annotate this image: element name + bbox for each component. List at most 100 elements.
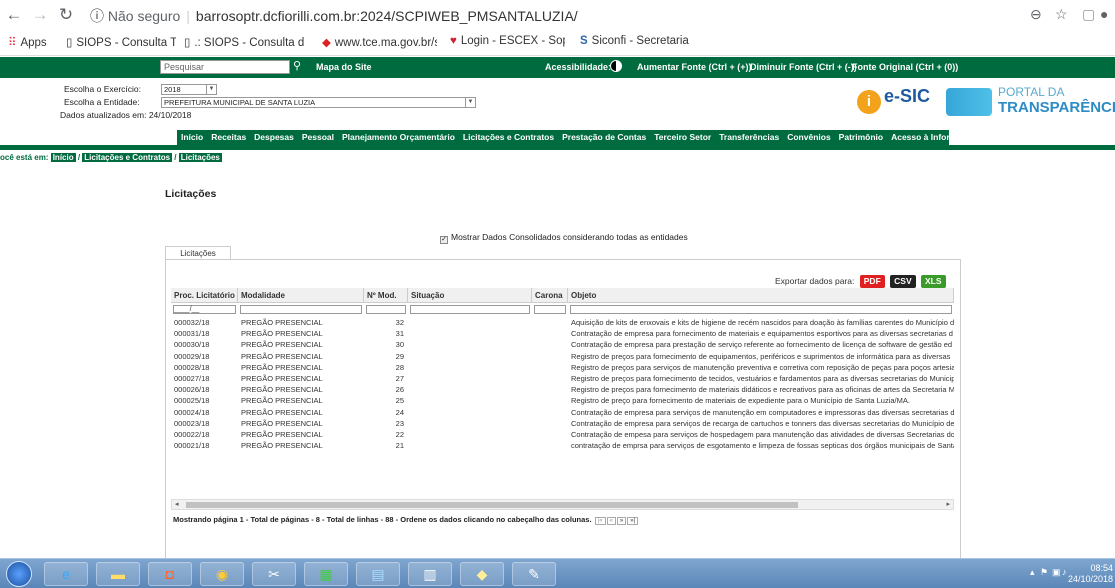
table-cell: 000022/18 [174,430,210,439]
browser-chrome: ← → ↻ ⓘ Não seguro | barrosoptr.dcfiorilli… [0,0,1115,56]
search-input[interactable]: Pesquisar [160,60,290,74]
scroll-thumb[interactable] [186,502,798,508]
pagination-text: Mostrando página 1 - Total de páginas - … [173,515,592,524]
esic-logo[interactable]: e-SIC [884,86,930,107]
zoom-icon[interactable]: ⊖ [1030,6,1042,23]
horizontal-scrollbar[interactable]: ◂ ▸ [171,499,954,510]
menu-item[interactable]: Pessoal [298,130,338,145]
filter-input[interactable] [240,305,362,314]
sitemap-link[interactable]: Mapa do Site [316,62,372,72]
last-page-button[interactable]: »| [627,517,639,525]
filter-input[interactable] [366,305,406,314]
bookmark-escex[interactable]: ♥ Login - ESCEX - Soph [450,35,565,47]
exercicio-select[interactable]: 2018 ▼ [161,84,217,95]
menu-item[interactable]: Patrimônio [835,130,887,145]
tab-licitacoes[interactable]: Licitações [165,246,231,260]
font-increase-link[interactable]: Aumentar Fonte (Ctrl + (+)) [637,62,752,72]
ie-taskbar-button[interactable]: e [44,562,88,586]
column-header[interactable]: Carona [532,288,568,303]
filter-input[interactable]: ____/__ [173,305,236,314]
table-row[interactable]: 000022/18 PREGÃO PRESENCIAL 22 Contratação … [171,429,954,440]
menu-item[interactable]: Prestação de Contas [558,130,650,145]
contrast-icon[interactable] [610,60,622,72]
menu-item[interactable]: Terceiro Setor [650,130,715,145]
menu-item[interactable]: Receitas [207,130,250,145]
table-row[interactable]: 000023/18 PREGÃO PRESENCIAL 23 Contratação … [171,418,954,429]
app-taskbar-button[interactable]: ◆ [460,562,504,586]
checkbox[interactable]: ✓ [440,236,448,244]
scroll-right-icon[interactable]: ▸ [946,500,950,508]
start-button[interactable] [6,561,32,587]
table-row[interactable]: 000026/18 PREGÃO PRESENCIAL 26 Registro de … [171,384,954,395]
forward-icon[interactable]: → [30,5,50,25]
address-bar[interactable]: ⓘ Não seguro | barrosoptr.dcfiorilli.com.b… [90,4,1020,28]
bookmark-siconfi[interactable]: S Siconfi - Secretaria d [580,35,690,47]
flag-icon[interactable]: ⚑ [1040,567,1048,578]
table-row[interactable]: 000028/18 PREGÃO PRESENCIAL 28 Registro de … [171,362,954,373]
font-decrease-link[interactable]: Diminuir Fonte (Ctrl + (-)) [750,62,857,72]
breadcrumb-item[interactable]: Licitações e Contratos [82,153,173,162]
reload-icon[interactable]: ↻ [56,5,76,25]
export-csv-button[interactable]: CSV [890,275,916,288]
back-icon[interactable]: ← [4,5,24,25]
table-cell: 000031/18 [174,329,210,339]
table-row[interactable]: 000025/18 PREGÃO PRESENCIAL 25 Registro de … [171,395,954,406]
bookmark-siops-1[interactable]: ▯ SIOPS - Consulta Tra [66,35,176,49]
bookmark-apps[interactable]: ⠿ Apps [8,35,47,49]
entidade-select[interactable]: PREFEITURA MUNICIPAL DE SANTA LUZIA ▼ [161,97,476,108]
breadcrumb-item[interactable]: Licitações [178,153,222,162]
menu-item[interactable]: Planejamento Orçamentário [338,130,459,145]
entidade-label: Escolha a Entidade: [64,97,140,107]
table-row[interactable]: 000021/18 PREGÃO PRESENCIAL 21 contratação … [171,440,954,451]
bookmark-siops-2[interactable]: ▯.: SIOPS - Consulta d [184,35,304,49]
font-original-link[interactable]: Fonte Original (Ctrl + (0)) [852,62,958,72]
calculator-taskbar-button[interactable]: ▥ [408,562,452,586]
table-row[interactable]: 000031/18 PREGÃO PRESENCIAL 31 Contratação … [171,328,954,339]
scroll-left-icon[interactable]: ◂ [175,500,179,508]
column-header[interactable]: Objeto [568,288,954,303]
column-header[interactable]: Situação [408,288,532,303]
network-icon[interactable]: ▣ [1052,567,1061,578]
table-row[interactable]: 000030/18 PREGÃO PRESENCIAL 30 Contratação … [171,339,954,350]
info-icon[interactable]: ⓘ [90,8,104,24]
table-row[interactable]: 000027/18 PREGÃO PRESENCIAL 27 Registro de … [171,373,954,384]
bookmark-tce[interactable]: ◆ www.tce.ma.gov.br/s [322,35,437,49]
word-taskbar-button[interactable]: ▤ [356,562,400,586]
filter-input[interactable] [534,305,566,314]
extension-icon[interactable]: ▢ [1082,6,1095,23]
table-row[interactable]: 000029/18 PREGÃO PRESENCIAL 29 Registro de … [171,351,954,362]
filter-input[interactable] [570,305,952,314]
table-cell: Contratação de empresa para fornecimento… [571,329,953,339]
volume-icon[interactable]: ♪ [1062,567,1067,577]
paint-taskbar-button[interactable]: ✎ [512,562,556,586]
consolidated-option[interactable]: ✓ Mostrar Dados Consolidados considerando… [440,232,688,244]
breadcrumb-item[interactable]: Início [50,153,76,162]
filter-input[interactable] [410,305,530,314]
explorer-taskbar-button[interactable]: ▬ [96,562,140,586]
chrome-taskbar-button[interactable]: ◉ [200,562,244,586]
export-pdf-button[interactable]: PDF [859,275,885,288]
tray-arrow-icon[interactable]: ▴ [1030,567,1035,578]
menu-item[interactable]: Despesas [250,130,298,145]
menu-item[interactable]: Acesso à Informação [887,130,981,145]
export-xls-button[interactable]: XLS [921,275,946,288]
table-row[interactable]: 000024/18 PREGÃO PRESENCIAL 24 Contratação … [171,407,954,418]
profile-icon[interactable]: ● [1100,6,1108,22]
search-icon[interactable]: ⚲ [293,59,301,72]
next-page-button[interactable]: » [616,517,627,525]
outlook-taskbar-button[interactable]: ◘ [148,562,192,586]
menu-item[interactable]: Início [177,130,207,145]
clock[interactable]: 08:54 24/10/2018 [1068,563,1113,585]
prev-page-button[interactable]: « [606,517,616,525]
excel-taskbar-button[interactable]: ▦ [304,562,348,586]
menu-item[interactable]: Licitações e Contratos [459,130,558,145]
star-icon[interactable]: ☆ [1055,6,1068,23]
menu-item[interactable]: Convênios [783,130,834,145]
column-header[interactable]: Nº Mod. [364,288,408,303]
first-page-button[interactable]: |« [594,517,606,525]
tools-taskbar-button[interactable]: ✂ [252,562,296,586]
menu-item[interactable]: Transferências [715,130,783,145]
column-header[interactable]: Proc. Licitatório [171,288,238,303]
table-row[interactable]: 000032/18 PREGÃO PRESENCIAL 32 Aquisição de… [171,317,954,328]
column-header[interactable]: Modalidade [238,288,364,303]
